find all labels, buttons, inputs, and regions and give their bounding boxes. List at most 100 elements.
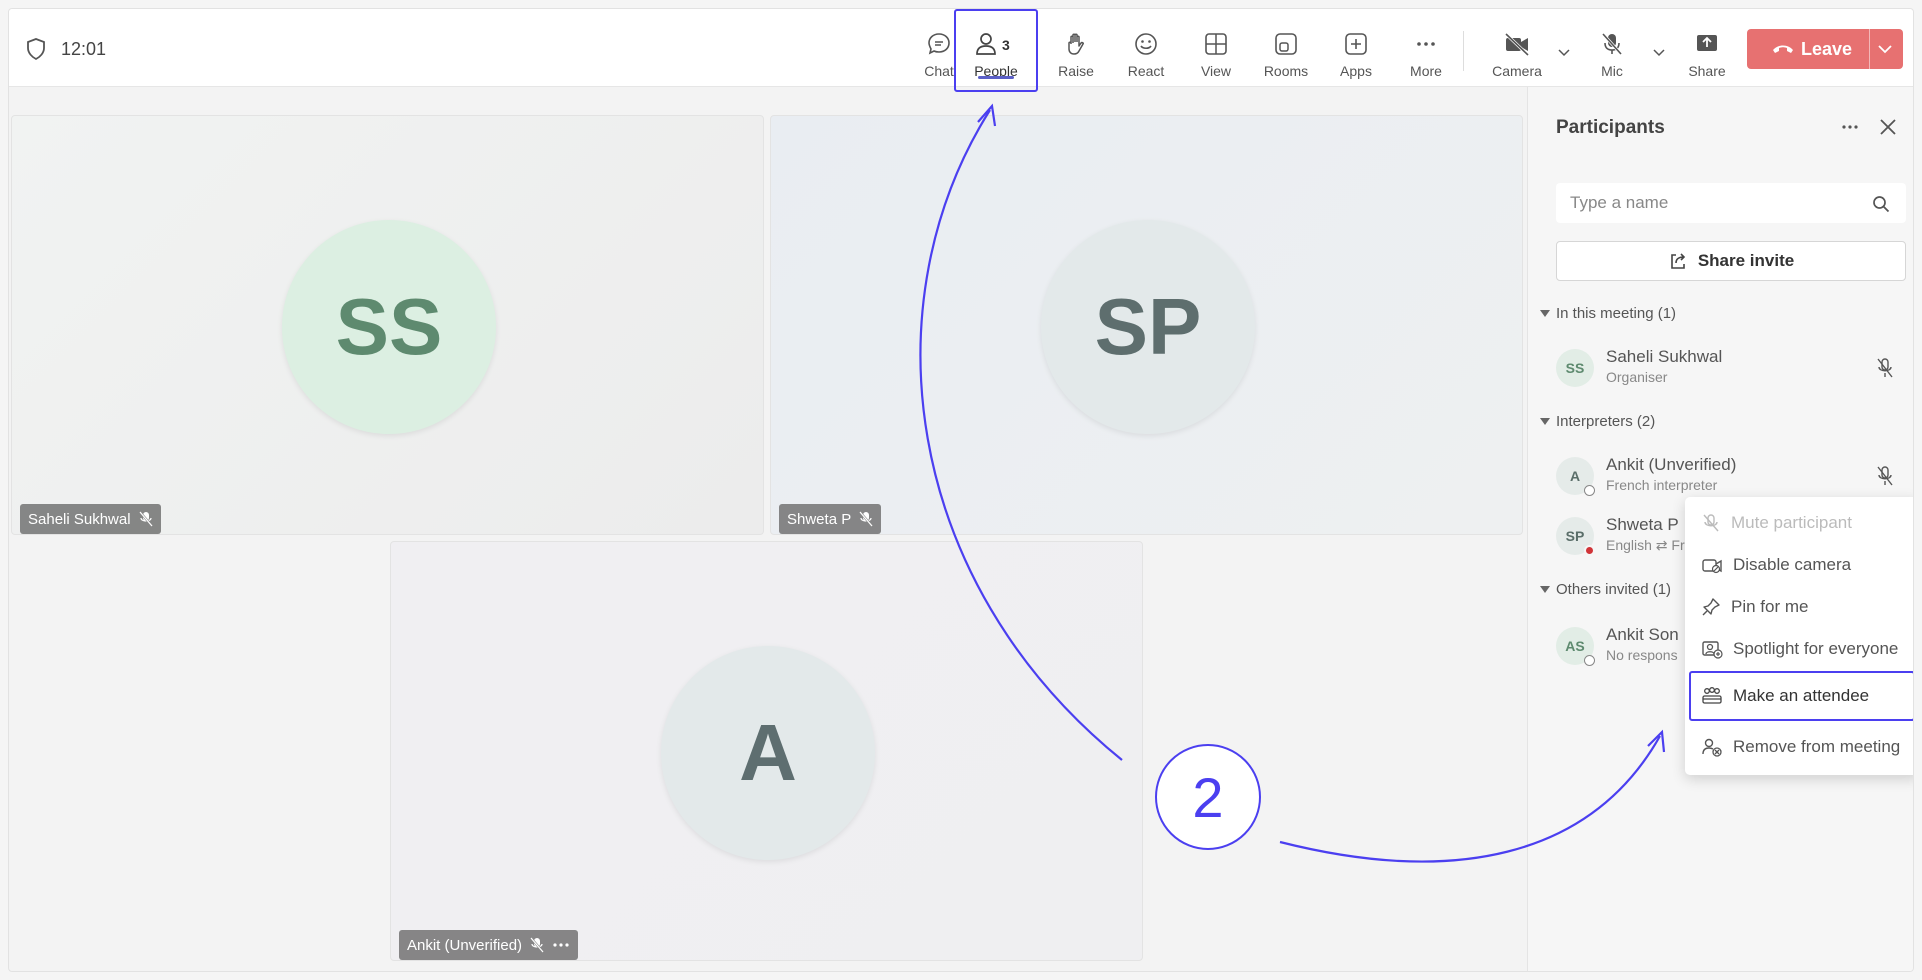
avatar-initials: SS: [335, 282, 443, 371]
view-button[interactable]: View: [1184, 21, 1248, 85]
ellipsis-icon[interactable]: [552, 942, 570, 948]
avatar-initials: SP: [1565, 528, 1585, 544]
participant-name: Ankit (Unverified): [1606, 455, 1737, 474]
chat-icon: [928, 33, 950, 55]
avatar: SS: [1556, 349, 1594, 387]
participant-role: Organiser: [1606, 369, 1668, 385]
leave-button[interactable]: Leave: [1747, 29, 1903, 69]
participant-avatar: SP: [1041, 220, 1255, 434]
leave-label: Leave: [1801, 39, 1853, 59]
attendee-icon: [1702, 687, 1722, 704]
menu-item-label: Mute participant: [1731, 513, 1852, 532]
mute-participant-item[interactable]: Mute participant: [1685, 503, 1913, 543]
spotlight-icon: [1702, 641, 1723, 659]
rooms-button[interactable]: Rooms: [1254, 21, 1318, 85]
mic-button[interactable]: Mic: [1580, 21, 1644, 85]
raise-hand-button[interactable]: Raise: [1044, 21, 1108, 85]
camera-label: Camera: [1492, 63, 1542, 79]
presence-offline-dot: [1584, 485, 1595, 496]
search-input[interactable]: [1556, 183, 1906, 223]
participant-name: Saheli Sukhwal: [1606, 347, 1723, 366]
section-others-invited[interactable]: Others invited (1): [1540, 581, 1671, 598]
ellipsis-icon[interactable]: [1840, 117, 1860, 137]
react-button[interactable]: React: [1114, 21, 1178, 85]
rooms-label: Rooms: [1263, 63, 1309, 79]
participant-name-tag: Shweta P: [779, 504, 882, 534]
menu-item-label: Make an attendee: [1733, 686, 1870, 705]
collapse-triangle-icon: [1540, 310, 1550, 317]
participant-avatar: A: [661, 646, 875, 860]
share-invite-button[interactable]: Share invite: [1556, 241, 1906, 281]
disable-camera-item[interactable]: Disable camera: [1685, 545, 1913, 585]
mic-off-icon: [859, 511, 874, 527]
collapse-triangle-icon: [1540, 586, 1550, 593]
share-button[interactable]: Share: [1675, 21, 1739, 85]
remove-from-meeting-item[interactable]: Remove from meeting: [1685, 727, 1913, 767]
leave-divider: [1869, 29, 1870, 69]
close-icon[interactable]: [1878, 117, 1898, 137]
menu-item-label: Pin for me: [1731, 597, 1809, 616]
participant-row[interactable]: A Ankit (Unverified) French interpreter: [1556, 453, 1896, 499]
more-button[interactable]: More: [1394, 21, 1458, 85]
camera-button[interactable]: Camera: [1485, 21, 1549, 85]
plus-square-icon: [1345, 33, 1367, 55]
share-label: Share: [1688, 63, 1726, 79]
search-icon[interactable]: [1872, 195, 1890, 213]
avatar-initials: A: [739, 708, 797, 797]
avatar-initials: A: [1569, 468, 1581, 484]
video-tile-sp[interactable]: SP Shweta P: [770, 115, 1523, 535]
participant-name: Ankit (Unverified): [407, 936, 523, 954]
share-invite-label: Share invite: [1697, 251, 1795, 270]
participant-name: Saheli Sukhwal: [28, 510, 131, 528]
annotation-step-number: 2: [1155, 744, 1261, 850]
share-icon: [1671, 253, 1685, 269]
hang-up-icon: [1773, 45, 1793, 53]
leave-options-chevron-icon[interactable]: [1877, 41, 1893, 57]
avatar-initials: SP: [1094, 282, 1202, 371]
apps-button[interactable]: Apps: [1324, 21, 1388, 85]
participant-role: No respons: [1606, 647, 1678, 663]
presence-busy-dot: [1584, 545, 1595, 556]
shield-icon: [27, 38, 45, 61]
participant-row[interactable]: SS Saheli Sukhwal Organiser: [1556, 345, 1896, 391]
view-label: View: [1200, 63, 1232, 79]
section-label: Others invited (1): [1556, 581, 1672, 598]
participant-role: French interpreter: [1606, 477, 1718, 493]
remove-person-icon: [1702, 738, 1722, 757]
section-label: Interpreters (2): [1556, 413, 1656, 430]
rooms-icon: [1275, 33, 1297, 55]
menu-item-label: Spotlight for everyone: [1733, 639, 1899, 658]
section-in-meeting[interactable]: In this meeting (1): [1540, 305, 1676, 322]
participant-row[interactable]: AS Ankit Son No respons: [1556, 623, 1696, 669]
people-highlight-box: [954, 9, 1038, 92]
participant-name: Ankit Son: [1606, 625, 1679, 644]
ellipsis-icon: [1417, 42, 1435, 46]
menu-item-label: Disable camera: [1733, 555, 1852, 574]
avatar-initials: AS: [1565, 638, 1585, 654]
collapse-triangle-icon: [1540, 418, 1550, 425]
participant-name: Shweta P: [1606, 515, 1679, 534]
mic-off-icon: [1877, 466, 1893, 486]
mic-options-chevron-icon[interactable]: [1652, 45, 1666, 59]
video-tile-ss[interactable]: SS Saheli Sukhwal: [11, 115, 764, 535]
spotlight-for-everyone-item[interactable]: Spotlight for everyone: [1685, 629, 1913, 669]
camera-off-icon: [1504, 32, 1530, 57]
participant-name-tag: Ankit (Unverified): [399, 930, 579, 960]
smiley-icon: [1135, 33, 1157, 55]
grid-icon: [1205, 33, 1227, 55]
participant-row[interactable]: SP Shweta P English ⇄ Fr: [1556, 513, 1696, 559]
hand-icon: [1068, 33, 1084, 55]
participant-name: Shweta P: [787, 510, 852, 528]
make-an-attendee-item[interactable]: Make an attendee: [1689, 671, 1913, 721]
mic-off-icon: [1877, 358, 1893, 378]
camera-options-chevron-icon[interactable]: [1557, 45, 1571, 59]
pin-for-me-item[interactable]: Pin for me: [1685, 587, 1913, 627]
section-interpreters[interactable]: Interpreters (2): [1540, 413, 1655, 430]
meeting-window: 12:01 Chat 3 People Raise React View Roo…: [8, 8, 1914, 972]
menu-item-label: Remove from meeting: [1733, 737, 1901, 756]
participant-name-tag: Saheli Sukhwal: [20, 504, 161, 534]
panel-title: Participants: [1556, 117, 1665, 138]
mic-off-icon: [138, 511, 153, 527]
mic-off-icon: [530, 937, 544, 953]
video-tile-a[interactable]: A Ankit (Unverified): [390, 541, 1143, 961]
